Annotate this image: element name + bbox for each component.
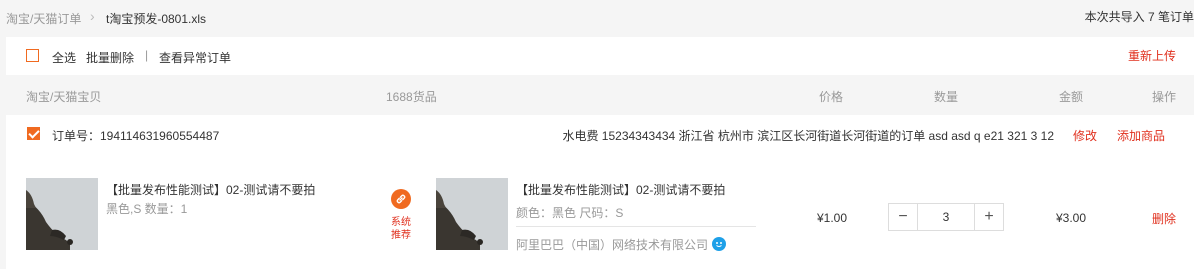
- order-address: 水电费 15234343434 浙江省 杭州市 滨江区长河街道长河街道的订单 a…: [562, 129, 1054, 143]
- quantity-stepper[interactable]: − 3 +: [888, 203, 1004, 231]
- import-summary: 本次共导入 7 笔订单: [1084, 10, 1194, 24]
- goods-1688-image[interactable]: [436, 178, 508, 250]
- column-header-taobao-item: 淘宝/天猫宝贝: [26, 90, 102, 104]
- order-checkbox[interactable]: [27, 127, 40, 140]
- system-recommend-line2: 推荐: [391, 230, 411, 241]
- column-header-amount: 金额: [1059, 90, 1084, 104]
- wangwang-face: [716, 242, 722, 247]
- goods-1688-spec: 颜色：黑色 尺码：S: [516, 206, 624, 220]
- supplier-name[interactable]: 阿里巴巴（中国）网络技术有限公司: [516, 236, 708, 253]
- quantity-decrease-button[interactable]: −: [889, 204, 917, 230]
- view-abnormal-orders-link[interactable]: 查看异常订单: [159, 49, 231, 66]
- batch-delete-button[interactable]: 批量删除: [86, 49, 134, 66]
- delete-item-link[interactable]: 删除: [1152, 210, 1176, 227]
- select-all-checkbox[interactable]: [26, 49, 39, 62]
- unit-price: ¥1.00: [817, 211, 848, 225]
- chain-link-icon: [396, 194, 406, 204]
- reupload-button[interactable]: 重新上传: [1128, 47, 1176, 64]
- taobao-item-image[interactable]: [26, 178, 98, 250]
- goods-divider: [516, 226, 756, 227]
- column-header-action: 操作: [1152, 90, 1177, 104]
- system-recommend-label: 系统 推荐: [386, 216, 416, 242]
- line-amount: ¥3.00: [1056, 211, 1087, 225]
- goods-1688-name[interactable]: 【批量发布性能测试】02-测试请不要拍: [516, 181, 725, 198]
- table-header: 淘宝/天猫宝贝 1688货品 价格 数量 金额 操作: [6, 75, 1194, 115]
- breadcrumb-separator: ›: [90, 8, 95, 24]
- pagoda-roof-image: [26, 178, 98, 250]
- taobao-item-name[interactable]: 【批量发布性能测试】02-测试请不要拍: [106, 181, 315, 198]
- taobao-item-spec: 黑色,S 数量：1: [106, 202, 188, 216]
- edit-address-link[interactable]: 修改: [1073, 127, 1097, 144]
- order-number: 订单号：194114631960554487: [52, 129, 220, 143]
- column-header-1688-goods: 1688货品: [386, 90, 437, 104]
- system-recommend-line1: 系统: [391, 217, 411, 228]
- toolbar-divider: |: [145, 48, 149, 62]
- order-panel: 订单号：194114631960554487 水电费 15234343434 浙…: [6, 115, 1194, 269]
- column-header-quantity: 数量: [934, 90, 959, 104]
- breadcrumb-root-link[interactable]: 淘宝/天猫订单: [6, 10, 81, 27]
- column-header-price: 价格: [819, 90, 844, 104]
- quantity-increase-button[interactable]: +: [975, 204, 1003, 230]
- select-all-label[interactable]: 全选: [52, 49, 76, 66]
- pagoda-roof-image: [436, 178, 508, 250]
- wangwang-chat-icon[interactable]: [712, 237, 726, 251]
- breadcrumb-current-file: t淘宝预发-0801.xls: [106, 12, 207, 26]
- add-product-link[interactable]: 添加商品: [1117, 127, 1165, 144]
- toolbar: 全选 批量删除 | 查看异常订单 重新上传: [6, 37, 1194, 75]
- quantity-input[interactable]: 3: [917, 204, 975, 230]
- system-recommend-link-icon[interactable]: [391, 189, 411, 209]
